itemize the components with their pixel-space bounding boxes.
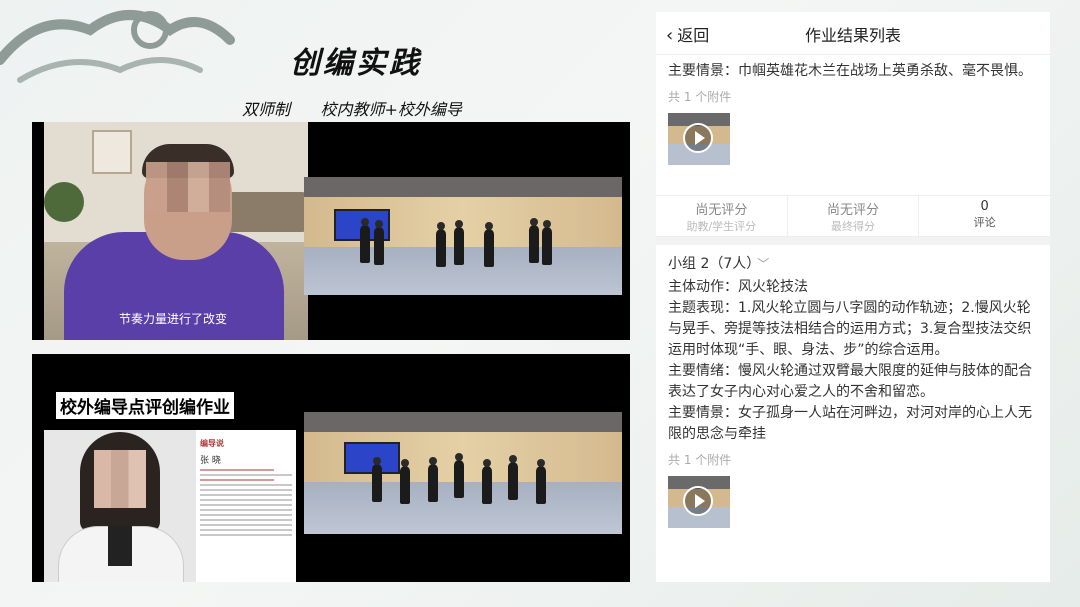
comment-label: 评论 bbox=[973, 216, 996, 229]
theme-text: 主题表现：1.风火轮立圆与八字圆的动作轨迹；2.慢风火轮与晃手、旁提等技法相结合… bbox=[668, 300, 1032, 358]
teacher-video: 节奏力量进行了改变 bbox=[44, 122, 308, 340]
score-bar: 尚无评分 助教/学生评分 尚无评分 最终得分 0 评论 bbox=[656, 195, 1050, 237]
emotion-text: 主要情绪：慢风火轮通过双臂最大限度的延伸与肢体的配合表达了女子内心对心爱之人的不… bbox=[668, 363, 1032, 400]
comment-value: 0 bbox=[980, 199, 989, 214]
play-icon bbox=[683, 486, 713, 516]
choreographer-bio-doc: 编导说 张 晓 bbox=[196, 430, 296, 582]
choreographer-photo bbox=[44, 430, 196, 582]
slide-title: 创编实践 bbox=[290, 46, 422, 81]
score-value: 尚无评分 bbox=[695, 203, 748, 218]
score-ta-student[interactable]: 尚无评分 助教/学生评分 bbox=[656, 196, 788, 236]
face-mosaic bbox=[94, 450, 146, 508]
score-value: 尚无评分 bbox=[827, 203, 880, 218]
action-text: 主体动作：风火轮技法 bbox=[668, 279, 808, 295]
video-thumbnail[interactable] bbox=[668, 476, 730, 528]
attachment-count: 共 1 个附件 bbox=[668, 90, 732, 104]
picture-frame bbox=[92, 130, 132, 174]
page-title: 作业结果列表 bbox=[804, 26, 901, 45]
video-caption: 节奏力量进行了改变 bbox=[119, 312, 228, 326]
result-item-2: 主体动作：风火轮技法 主题表现：1.风火轮立圆与八字圆的动作轨迹；2.慢风火轮与… bbox=[656, 277, 1050, 528]
chevron-down-icon: ﹀ bbox=[757, 257, 770, 271]
video-thumbnail[interactable] bbox=[668, 113, 730, 165]
attachment-count: 共 1 个附件 bbox=[668, 453, 732, 467]
scene-text: 主要情景：女子孤身一人站在河畔边，对河对岸的心上人无限的思念与牵挂 bbox=[668, 405, 1032, 442]
face-mosaic bbox=[146, 162, 230, 212]
video-label: 校外编导点评创编作业 bbox=[56, 392, 234, 419]
dance-studio-video bbox=[304, 412, 622, 534]
group-header[interactable]: 小组 2（7人） ﹀ bbox=[656, 245, 1050, 277]
top-bar: ‹ 返回 作业结果列表 bbox=[656, 12, 1050, 55]
dance-studio-video bbox=[304, 177, 622, 295]
video-frame-top[interactable]: 节奏力量进行了改变 bbox=[32, 122, 630, 340]
slide-subtitle: 双师制 校内教师+校外编导 bbox=[242, 100, 462, 119]
scene-text: 主要情景：巾帼英雄花木兰在战场上英勇杀敌、毫不畏惧。 bbox=[668, 63, 1032, 79]
score-final[interactable]: 尚无评分 最终得分 bbox=[788, 196, 920, 236]
assignment-results-panel: ‹ 返回 作业结果列表 主要情景：巾帼英雄花木兰在战场上英勇杀敌、毫不畏惧。 共 … bbox=[656, 12, 1050, 582]
group-name: 小组 2（7人） bbox=[668, 256, 754, 272]
video-frame-bottom[interactable]: 校外编导点评创编作业 编导说 张 晓 bbox=[32, 354, 630, 582]
play-icon bbox=[683, 123, 713, 153]
score-label: 最终得分 bbox=[831, 220, 875, 233]
doc-name: 张 晓 bbox=[200, 456, 221, 466]
cloud-decoration-icon bbox=[0, 10, 235, 83]
score-label: 助教/学生评分 bbox=[686, 220, 757, 233]
result-item-1: 主要情景：巾帼英雄花木兰在战场上英勇杀敌、毫不畏惧。 共 1 个附件 bbox=[656, 55, 1050, 165]
comments-count[interactable]: 0 评论 bbox=[919, 196, 1050, 236]
doc-heading: 编导说 bbox=[200, 439, 224, 448]
